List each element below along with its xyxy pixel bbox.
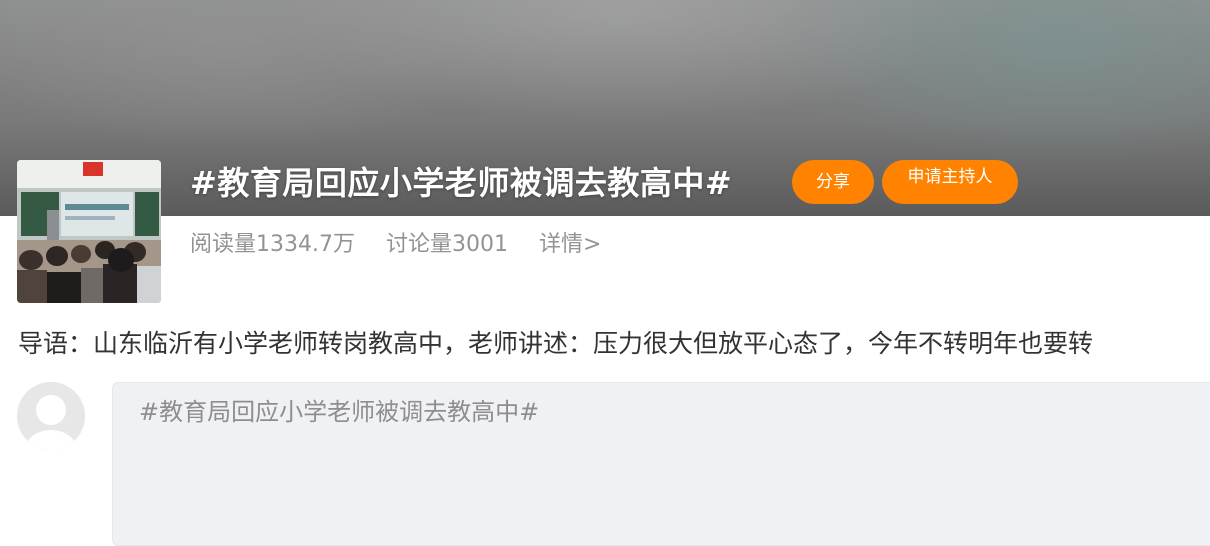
apply-host-button[interactable]: 申请主持人: [882, 160, 1018, 204]
discussion-count: 讨论量3001: [385, 232, 508, 257]
detail-link[interactable]: 详情>: [539, 232, 601, 257]
topic-cover-image: [17, 160, 161, 303]
post-composer[interactable]: #教育局回应小学老师被调去教高中#: [112, 382, 1210, 546]
read-count: 阅读量1334.7万: [190, 232, 355, 257]
composer-input[interactable]: #教育局回应小学老师被调去教高中#: [139, 395, 539, 429]
topic-stats: 阅读量1334.7万 讨论量3001 详情>: [190, 228, 625, 262]
default-avatar-icon: [17, 382, 85, 450]
topic-intro: 导语：山东临沂有小学老师转岗教高中，老师讲述：压力很大但放平心态了，今年不转明年…: [18, 329, 1094, 358]
share-button[interactable]: 分享: [792, 160, 874, 204]
topic-title: #教育局回应小学老师被调去教高中#: [190, 164, 733, 202]
